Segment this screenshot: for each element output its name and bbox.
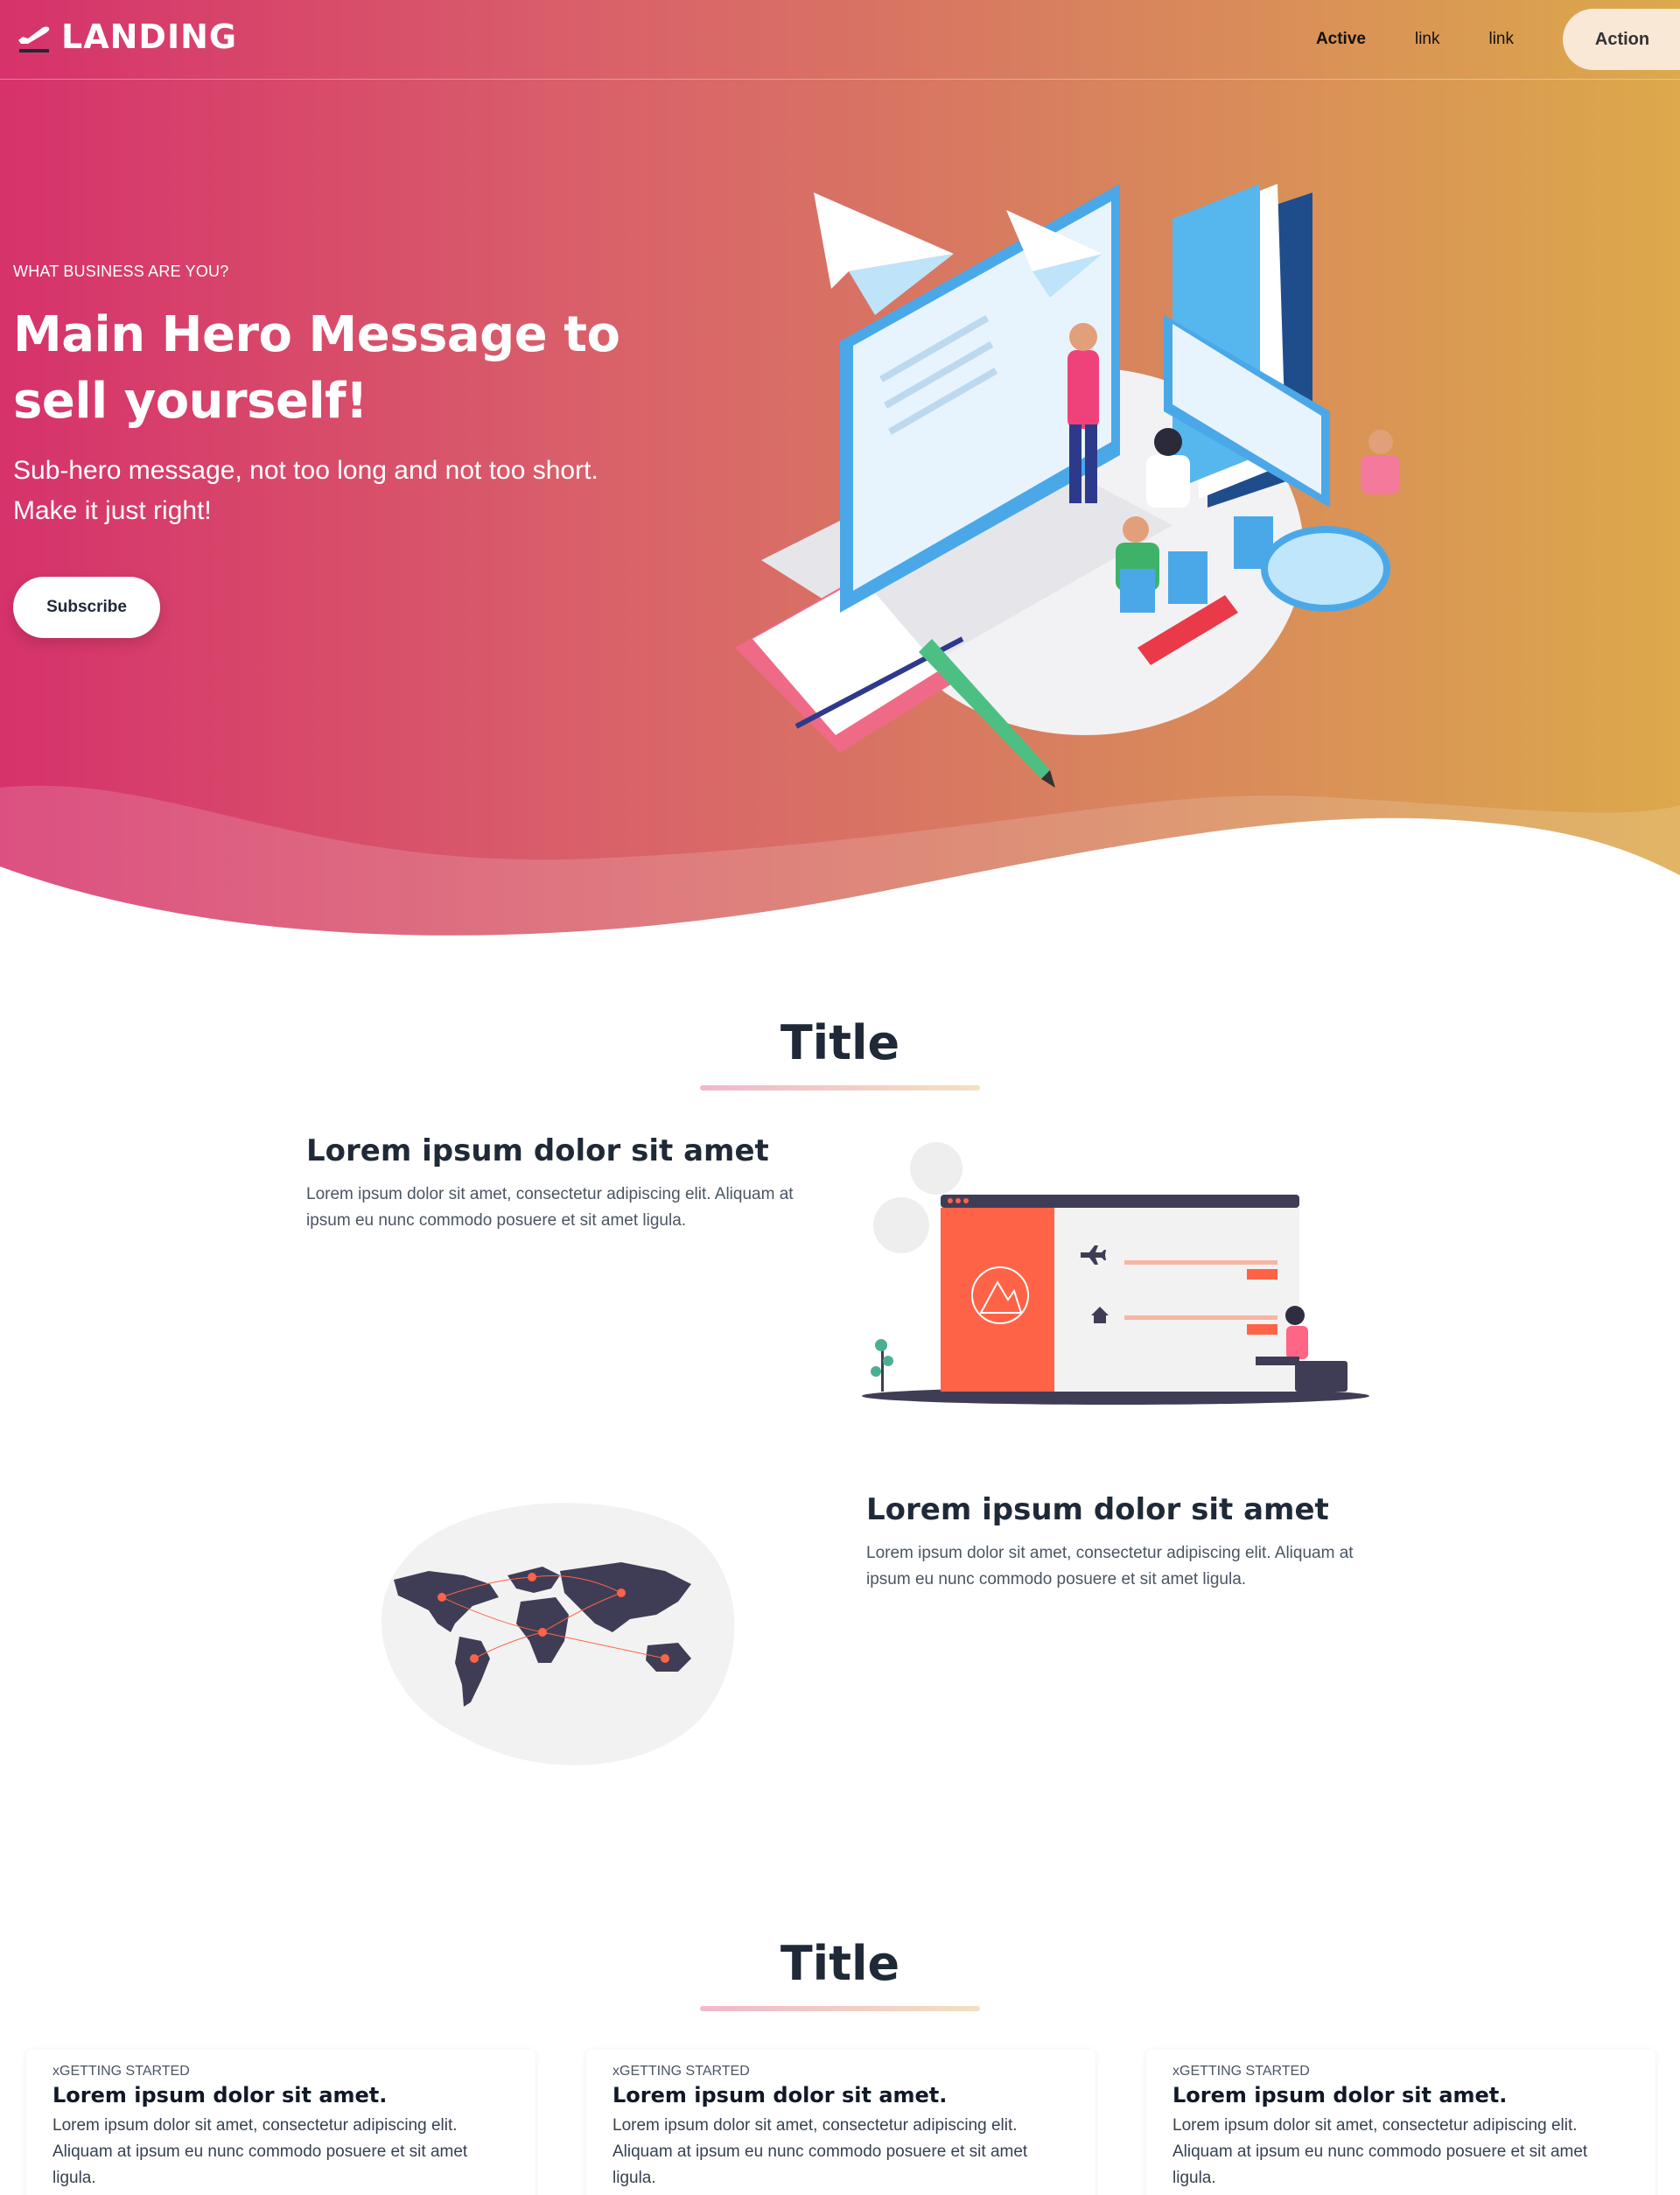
card-1-eyebrow: xGETTING STARTED: [52, 2064, 190, 2079]
brand-name: LANDING: [61, 18, 238, 56]
section-1-title: Title: [780, 1015, 900, 1070]
feature-2-heading: Lorem ipsum dolor sit amet: [866, 1492, 1329, 1527]
action-button[interactable]: Action: [1563, 9, 1680, 70]
feature-1-heading: Lorem ipsum dolor sit amet: [306, 1133, 769, 1168]
feature-1-body: Lorem ipsum dolor sit amet, consectetur …: [306, 1185, 794, 1230]
plane-departure-icon: [18, 26, 50, 53]
top-nav: LANDING Active link link Action: [0, 0, 1680, 80]
booking-illustration: [862, 1142, 1369, 1405]
card-3-title: Lorem ipsum dolor sit amet.: [1172, 2083, 1508, 2107]
hero-wave: [0, 785, 1680, 945]
world-map-illustration: [381, 1503, 735, 1766]
card-2[interactable]: xGETTING STARTED Lorem ipsum dolor sit a…: [586, 2050, 1096, 2195]
hero-section: LANDING Active link link Action WHAT BUS…: [0, 0, 1680, 945]
nav-link-active[interactable]: Active: [1316, 30, 1366, 49]
card-1-title: Lorem ipsum dolor sit amet.: [52, 2083, 388, 2107]
card-2-body: Lorem ipsum dolor sit amet, consectetur …: [612, 2116, 1028, 2187]
card-2-eyebrow: xGETTING STARTED: [612, 2064, 750, 2079]
section-2-title: Title: [780, 1936, 900, 1991]
card-3[interactable]: xGETTING STARTED Lorem ipsum dolor sit a…: [1146, 2050, 1656, 2195]
feature-2-body: Lorem ipsum dolor sit amet, consectetur …: [866, 1544, 1354, 1588]
nav-links: Active link link Action: [1316, 9, 1680, 70]
hero-title: Main Hero Message to sell yourself!: [13, 306, 620, 430]
hero-subtitle: Sub-hero message, not too long and not t…: [13, 456, 598, 525]
nav-link-1[interactable]: link: [1415, 30, 1440, 49]
subscribe-button[interactable]: Subscribe: [13, 577, 160, 638]
section-2-divider: [700, 2006, 980, 2011]
card-3-body: Lorem ipsum dolor sit amet, consectetur …: [1172, 2116, 1588, 2187]
hero-text: WHAT BUSINESS ARE YOU? Main Hero Message…: [13, 263, 678, 638]
hero-illustration: [735, 184, 1400, 788]
card-2-title: Lorem ipsum dolor sit amet.: [612, 2083, 948, 2107]
nav-link-2[interactable]: link: [1488, 30, 1514, 49]
brand-logo[interactable]: LANDING: [16, 18, 237, 56]
hero-eyebrow: WHAT BUSINESS ARE YOU?: [13, 263, 229, 280]
card-3-eyebrow: xGETTING STARTED: [1172, 2064, 1310, 2079]
section-1-divider: [700, 1085, 980, 1090]
card-1[interactable]: xGETTING STARTED Lorem ipsum dolor sit a…: [26, 2050, 536, 2195]
card-1-body: Lorem ipsum dolor sit amet, consectetur …: [52, 2116, 468, 2187]
